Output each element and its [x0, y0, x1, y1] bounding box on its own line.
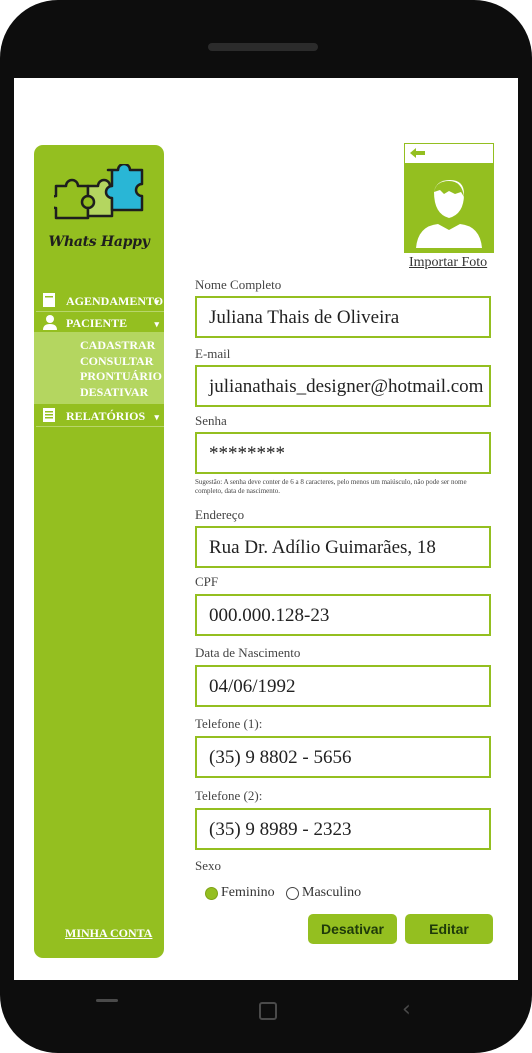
submenu-item-desativar[interactable]: DESATIVAR	[80, 385, 148, 400]
name-value: Juliana Thais de Oliveira	[209, 307, 400, 328]
submenu-item-consultar[interactable]: CONSULTAR	[80, 354, 153, 369]
sidebar-item-relatorios[interactable]: RELATÓRIOS ▾	[36, 406, 164, 427]
radio-masculino[interactable]: Masculino	[286, 885, 361, 901]
sidebar-item-agendamento[interactable]: AGENDAMENTO ▾	[36, 291, 164, 312]
radio-selected-icon	[205, 886, 218, 900]
sex-label: Sexo	[195, 858, 221, 873]
address-label: Endereço	[195, 507, 245, 522]
sidebar-item-paciente[interactable]: PACIENTE ▾	[36, 313, 164, 334]
sidebar-item-label: AGENDAMENTO	[66, 294, 164, 308]
radio-label: Masculino	[302, 885, 362, 900]
deactivate-button[interactable]: Desativar	[308, 914, 397, 944]
radio-label: Feminino	[221, 885, 275, 900]
address-field[interactable]: Rua Dr. Adílio Guimarães, 18	[195, 526, 491, 568]
email-value: julianathais_designer@hotmail.com	[209, 376, 484, 397]
sidebar-item-label: RELATÓRIOS	[66, 409, 146, 423]
chevron-down-icon: ▾	[154, 319, 159, 329]
nav-home-button[interactable]	[259, 1002, 277, 1020]
nav-recent-icon[interactable]: ‹	[402, 998, 411, 1022]
report-icon	[43, 408, 55, 422]
nav-back-button[interactable]	[96, 999, 118, 1002]
phone1-field[interactable]: (35) 9 8802 - 5656	[195, 736, 491, 778]
address-value: Rua Dr. Adílio Guimarães, 18	[209, 537, 436, 558]
birth-field[interactable]: 04/06/1992	[195, 665, 491, 707]
password-hint: Sugestão: A senha deve conter de 6 a 8 c…	[195, 478, 467, 495]
user-icon	[43, 315, 57, 330]
sidebar-item-label: PACIENTE	[66, 316, 128, 330]
chevron-down-icon: ▾	[154, 297, 159, 307]
phone2-label: Telefone (2):	[195, 788, 263, 803]
phone-speaker	[208, 43, 318, 51]
puzzle-logo-icon	[54, 164, 144, 220]
password-field[interactable]: ********	[195, 432, 491, 474]
password-value: ********	[209, 443, 285, 464]
submenu-item-prontuario[interactable]: PRONTUÁRIO	[80, 369, 162, 384]
radio-feminino[interactable]: Feminino	[205, 885, 275, 901]
birth-value: 04/06/1992	[209, 676, 296, 697]
brand-name: Whats Happy	[48, 234, 150, 250]
cpf-value: 000.000.128-23	[209, 605, 330, 626]
email-label: E-mail	[195, 346, 231, 361]
name-label: Nome Completo	[195, 277, 282, 292]
birth-label: Data de Nascimento	[195, 645, 301, 660]
submenu-item-cadastrar[interactable]: CADASTRAR	[80, 338, 155, 353]
back-arrow-icon[interactable]	[410, 148, 426, 158]
email-field[interactable]: julianathais_designer@hotmail.com	[195, 365, 491, 407]
cpf-label: CPF	[195, 574, 219, 589]
my-account-link[interactable]: MINHA CONTA	[65, 926, 152, 941]
phone2-value: (35) 9 8989 - 2323	[209, 819, 352, 840]
sidebar	[34, 145, 164, 958]
edit-button[interactable]: Editar	[405, 914, 493, 944]
avatar-icon	[416, 180, 482, 248]
calendar-icon	[43, 293, 55, 307]
cpf-field[interactable]: 000.000.128-23	[195, 594, 491, 636]
phone2-field[interactable]: (35) 9 8989 - 2323	[195, 808, 491, 850]
import-photo-link[interactable]: Importar Foto	[409, 255, 487, 271]
chevron-down-icon: ▾	[154, 412, 159, 422]
phone1-label: Telefone (1):	[195, 716, 263, 731]
phone1-value: (35) 9 8802 - 5656	[209, 747, 352, 768]
password-label: Senha	[195, 413, 227, 428]
name-field[interactable]: Juliana Thais de Oliveira	[195, 296, 491, 338]
radio-unselected-icon	[286, 886, 299, 900]
